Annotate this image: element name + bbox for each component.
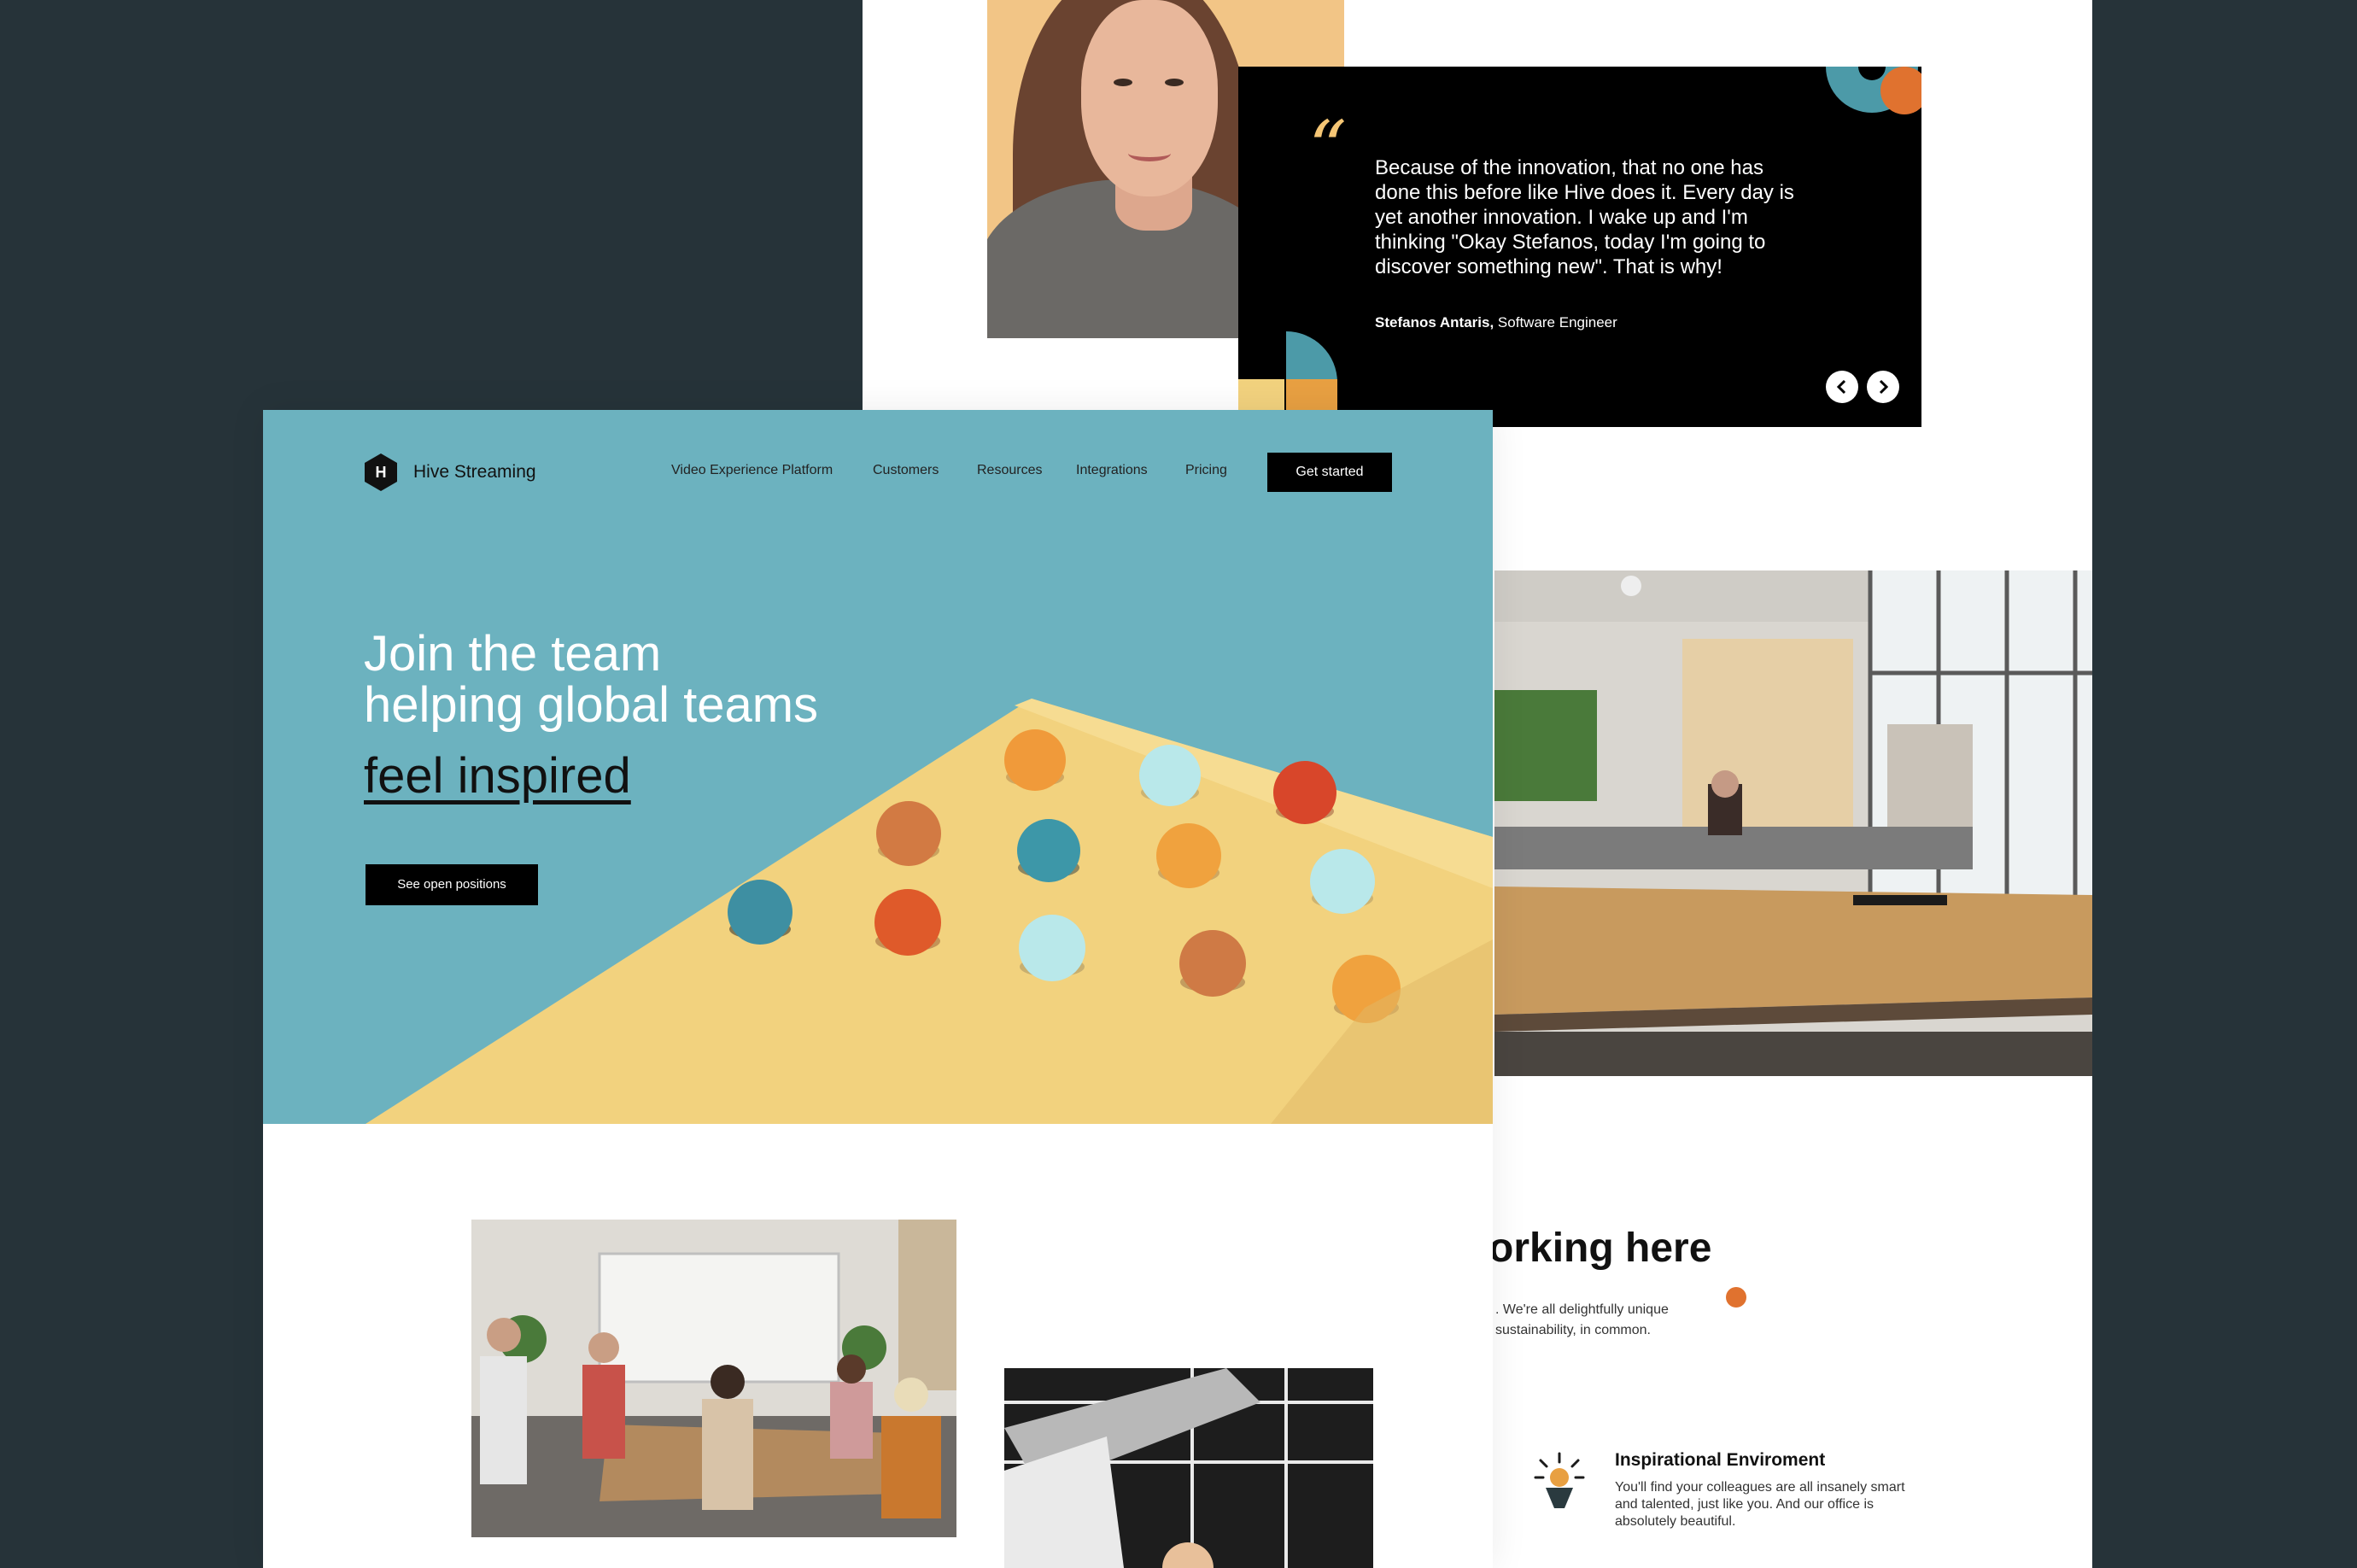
feature-title: Inspirational Enviroment [1615,1450,1826,1470]
nav-integrations[interactable]: Integrations [1076,463,1148,478]
nav-customers[interactable]: Customers [873,463,939,478]
carousel-next-button[interactable] [1867,371,1899,403]
hero-heading: Join the team helping global teams [364,629,818,731]
hero-section: H Hive Streaming Video Experience Platfo… [263,410,1493,1124]
quote-mark-icon: “ [1308,104,1347,192]
chevron-left-icon [1836,379,1846,395]
hive-logo-icon: H [365,453,397,491]
carousel-prev-button[interactable] [1826,371,1858,403]
office-ceiling-photo [1004,1368,1373,1568]
office-photo [1494,570,2092,1076]
nav-pricing[interactable]: Pricing [1185,463,1227,478]
get-started-button[interactable]: Get started [1267,453,1392,492]
hero-heading-line: Join the team [364,626,662,682]
section-text-line: sustainability, in common. [1495,1323,1651,1337]
section-heading-partial: orking here [1488,1226,1712,1271]
section-text-line: . We're all delightfully unique [1495,1302,1669,1317]
hero-highlight: feel inspired [364,748,631,804]
decorative-dot [1726,1287,1746,1308]
section-text-partial: . We're all delightfully unique sustaina… [1495,1300,1717,1341]
author-role: Software Engineer [1497,314,1617,331]
nav-video-experience-platform[interactable]: Video Experience Platform [671,463,833,478]
svg-text:H: H [376,464,387,481]
testimonial-card: “ Because of the innovation, that no one… [1238,67,1921,427]
lightbulb-icon [1534,1452,1585,1508]
nav-resources[interactable]: Resources [977,463,1042,478]
testimonial-author: Stefanos Antaris, Software Engineer [1375,314,1617,331]
feature-text: You'll find your colleagues are all insa… [1615,1480,1905,1529]
decorative-dot [1880,67,1921,114]
brand-logo[interactable]: H Hive Streaming [364,453,536,492]
careers-page-front: H Hive Streaming Video Experience Platfo… [263,410,1493,1568]
testimonial-text: Because of the innovation, that no one h… [1375,156,1794,278]
hero-heading-line: helping global teams [364,677,819,733]
see-open-positions-button[interactable]: See open positions [366,864,538,905]
author-name: Stefanos Antaris, [1375,314,1494,331]
brand-name: Hive Streaming [413,462,536,482]
team-meeting-photo [471,1220,956,1537]
decorative-shape [1286,331,1337,383]
chevron-right-icon [1879,379,1889,395]
